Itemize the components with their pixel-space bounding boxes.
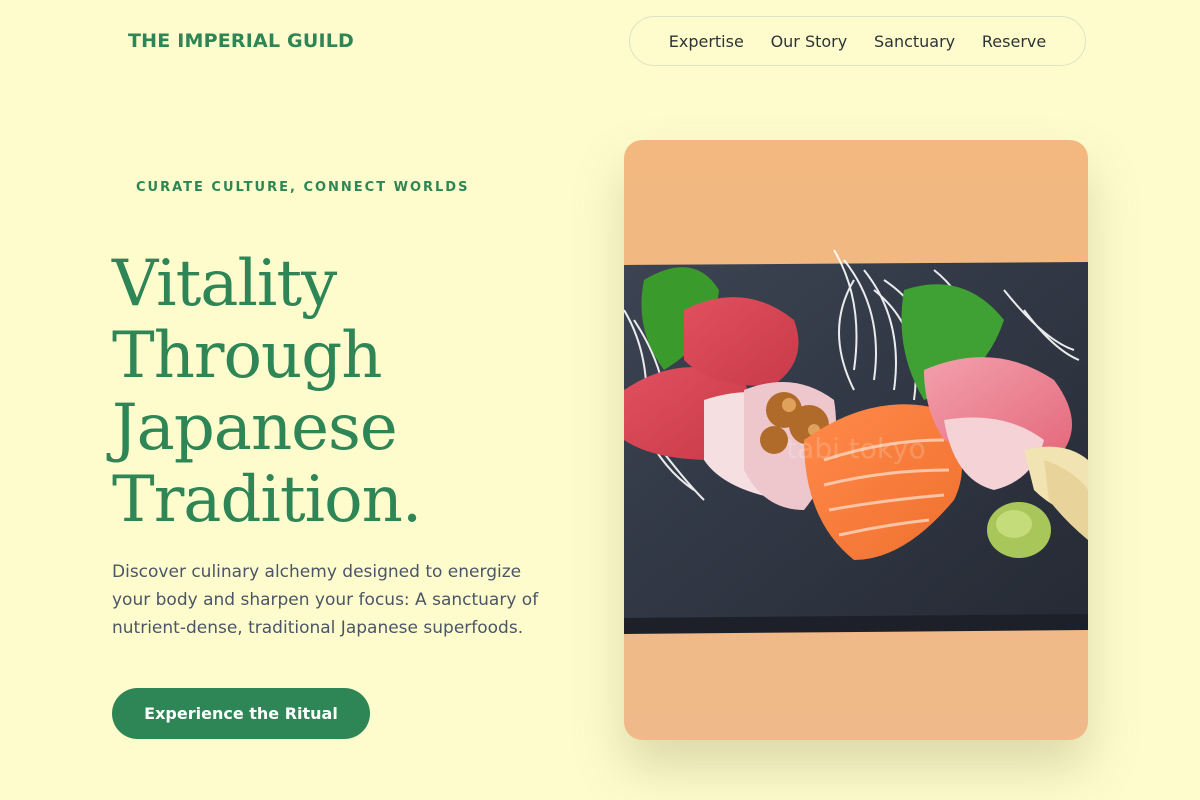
nav-item-expertise[interactable]: Expertise bbox=[669, 32, 744, 51]
main-nav: Expertise Our Story Sanctuary Reserve bbox=[629, 16, 1086, 66]
headline-line: Vitality bbox=[112, 247, 337, 321]
nav-item-reserve[interactable]: Reserve bbox=[982, 32, 1046, 51]
hero-image: tabi tokyo bbox=[624, 140, 1088, 740]
nav-item-sanctuary[interactable]: Sanctuary bbox=[874, 32, 955, 51]
headline-line: Tradition. bbox=[112, 463, 422, 537]
headline-line: Through bbox=[112, 319, 382, 393]
image-watermark: tabi tokyo bbox=[786, 432, 926, 465]
hero-headline: Vitality Through Japanese Tradition. bbox=[112, 247, 422, 537]
hero-description: Discover culinary alchemy designed to en… bbox=[112, 562, 539, 638]
nav-item-our-story[interactable]: Our Story bbox=[771, 32, 848, 51]
sashimi-plate-image: tabi tokyo bbox=[624, 140, 1088, 740]
brand-logo[interactable]: THE IMPERIAL GUILD bbox=[128, 30, 354, 52]
hero-eyebrow: CURATE CULTURE, CONNECT WORLDS bbox=[136, 180, 470, 195]
headline-line: Japanese bbox=[112, 391, 398, 465]
experience-ritual-button[interactable]: Experience the Ritual bbox=[112, 688, 370, 739]
